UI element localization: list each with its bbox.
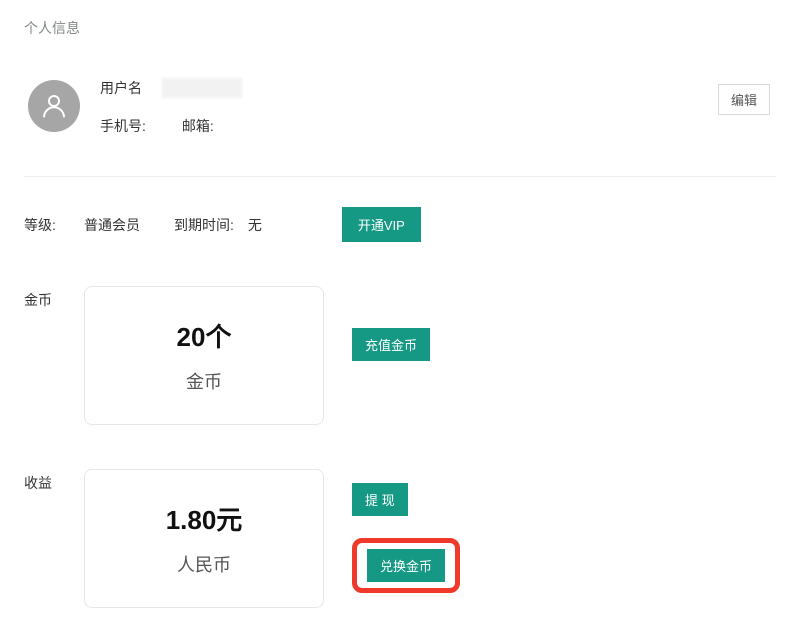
coins-section: 金币 20个 金币 充值金币: [24, 248, 776, 425]
exchange-coins-button[interactable]: 兑换金币: [367, 549, 445, 582]
phone-label: 手机号:: [100, 116, 146, 136]
earnings-label: 收益: [24, 469, 84, 493]
username-label: 用户名: [100, 78, 148, 98]
level-section: 等级: 普通会员 到期时间: 无 开通VIP: [24, 177, 776, 248]
earnings-section: 收益 1.80元 人民币 提 现 兑换金币: [24, 425, 776, 608]
earnings-actions: 提 现 兑换金币: [352, 469, 460, 593]
email-label: 邮箱:: [182, 116, 214, 136]
coins-amount: 20个: [85, 317, 323, 354]
earnings-card: 1.80元 人民币: [84, 469, 324, 608]
exchange-highlight: 兑换金币: [352, 538, 460, 593]
withdraw-button[interactable]: 提 现: [352, 483, 408, 516]
earnings-unit: 人民币: [85, 551, 323, 577]
coins-label: 金币: [24, 286, 84, 310]
open-vip-button[interactable]: 开通VIP: [342, 207, 421, 242]
profile-section: 用户名 手机号: 邮箱: 编辑: [24, 48, 776, 177]
expire-label: 到期时间:: [174, 215, 234, 235]
user-icon: [39, 91, 69, 121]
recharge-coins-button[interactable]: 充值金币: [352, 328, 430, 361]
contact-line: 手机号: 邮箱:: [100, 116, 776, 136]
coins-actions: 充值金币: [352, 286, 430, 361]
expire-value: 无: [248, 215, 262, 235]
level-value: 普通会员: [84, 215, 140, 235]
profile-info: 用户名 手机号: 邮箱:: [100, 76, 776, 154]
edit-button[interactable]: 编辑: [718, 84, 770, 115]
level-label: 等级:: [24, 215, 84, 235]
coins-unit: 金币: [85, 368, 323, 394]
username-redacted: [162, 78, 242, 98]
earnings-amount: 1.80元: [85, 500, 323, 537]
page-title: 个人信息: [0, 0, 800, 48]
coins-card: 20个 金币: [84, 286, 324, 425]
avatar: [28, 80, 80, 132]
username-line: 用户名: [100, 78, 776, 98]
